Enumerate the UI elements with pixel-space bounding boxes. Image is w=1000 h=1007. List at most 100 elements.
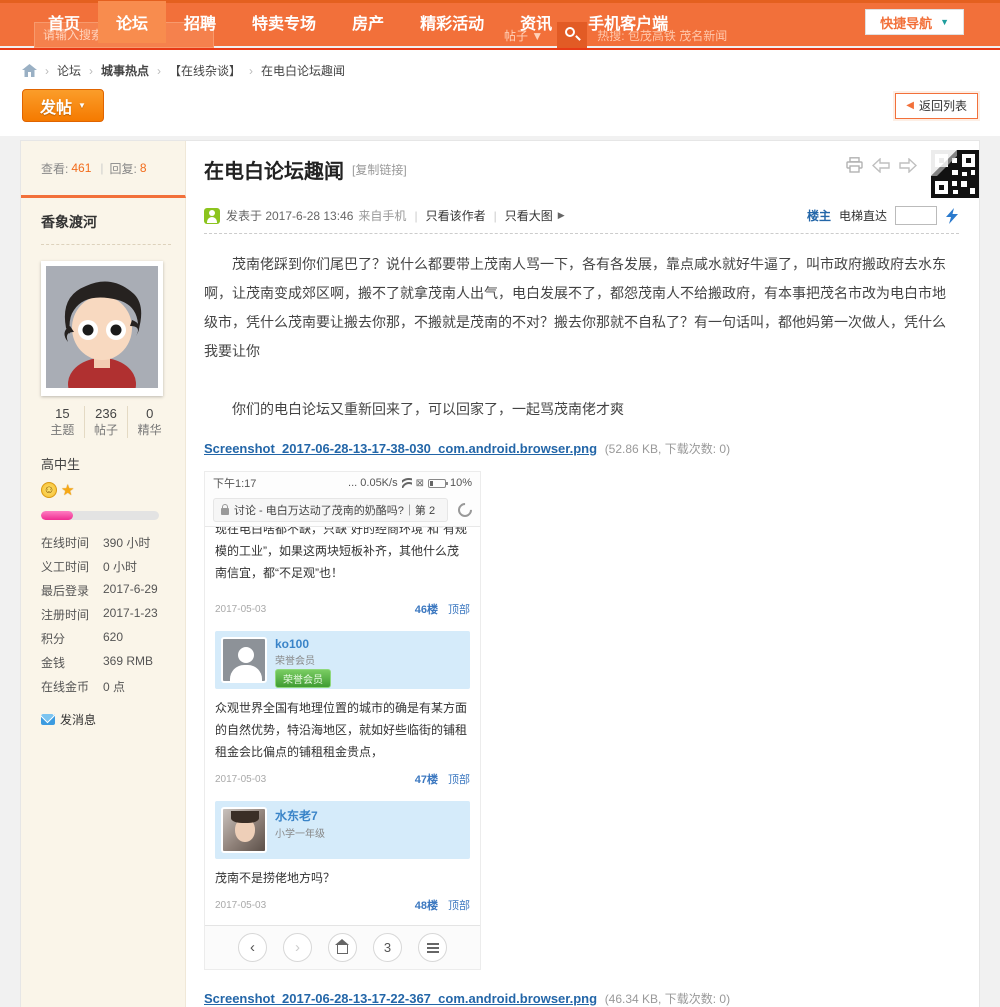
- mobile-post-text: 茂南不是捞佬地方吗？: [215, 867, 470, 889]
- mobile-page-content: 现在电白啥都不缺，只缺“好的经商环境”和“有规模的工业”，如果这两块短板补齐，其…: [205, 526, 480, 925]
- attachment-info: (52.86 KB, 下载次数: 0): [605, 442, 730, 456]
- send-message-link[interactable]: 发消息: [41, 711, 171, 728]
- elevator-floor-input[interactable]: [895, 206, 937, 225]
- qr-code[interactable]: [931, 150, 979, 198]
- tabs-count: 3: [373, 933, 402, 962]
- field-register-date: 注册时间2017-1-23: [41, 606, 171, 623]
- quick-nav-button[interactable]: 快捷导航▼: [865, 9, 964, 35]
- chevron-left-icon: ◀: [906, 100, 914, 111]
- posted-from: 来自手机: [358, 207, 406, 224]
- forward-icon: ›: [283, 933, 312, 962]
- nav-sales[interactable]: 特卖专场: [234, 1, 334, 43]
- battery-icon: [428, 479, 446, 488]
- only-author-link[interactable]: 只看该作者: [426, 207, 486, 224]
- attachment-1: Screenshot_2017-06-28-13-17-38-030_com.a…: [204, 440, 959, 457]
- breadcrumb-section[interactable]: 城事热点: [101, 62, 149, 79]
- field-online-time: 在线时间390 小时: [41, 534, 171, 551]
- mobile-status-bar: 下午1:17 ... 0.05K/s ⊠ 10%: [205, 472, 480, 494]
- breadcrumb-thread[interactable]: 在电白论坛趣闻: [261, 62, 345, 79]
- print-icon[interactable]: [846, 157, 863, 173]
- field-money: 金钱369 RMB: [41, 654, 171, 671]
- author-username[interactable]: 香象渡河: [41, 212, 171, 245]
- nav-home[interactable]: 首页: [30, 1, 98, 43]
- embedded-screenshot[interactable]: 下午1:17 ... 0.05K/s ⊠ 10% 讨论 - 电白万达动了茂南的奶…: [204, 471, 481, 970]
- mobile-post-date: 2017-05-03: [215, 604, 266, 615]
- mobile-username: ko100: [275, 637, 331, 651]
- breadcrumb-forum[interactable]: 论坛: [57, 62, 81, 79]
- honor-badge: 荣誉会员: [275, 669, 331, 688]
- chevron-down-icon: ▼: [940, 17, 949, 27]
- breadcrumb-board[interactable]: 【在线杂谈】: [169, 62, 241, 79]
- mobile-post-date: 2017-05-03: [215, 774, 266, 785]
- home-icon: [328, 933, 357, 962]
- nav-forum[interactable]: 论坛: [98, 1, 166, 43]
- attachment-link[interactable]: Screenshot_2017-06-28-13-17-38-030_com.a…: [204, 441, 597, 456]
- top-link: 顶部: [448, 900, 470, 912]
- attachment-link[interactable]: Screenshot_2017-06-28-13-17-22-367_com.a…: [204, 991, 597, 1006]
- posted-time: 发表于 2017-6-28 13:46: [226, 207, 353, 224]
- post-meta-row: 发表于 2017-6-28 13:46 来自手机 | 只看该作者 | 只看大图 …: [204, 198, 959, 234]
- reply-count: 8: [140, 161, 147, 175]
- field-online-coins: 在线金币0 点: [41, 678, 171, 695]
- chevron-right-icon: ▶: [558, 210, 565, 221]
- prev-thread-icon[interactable]: [872, 158, 890, 173]
- only-images-link[interactable]: 只看大图: [505, 207, 553, 224]
- mobile-username: 水东老7: [275, 807, 325, 824]
- avatar: [221, 637, 267, 683]
- mobile-url-bar: 讨论 - 电白万达动了茂南的奶酪吗?｜第 2: [205, 494, 480, 526]
- nav-realestate[interactable]: 房产: [334, 1, 402, 43]
- next-thread-icon[interactable]: [899, 158, 917, 173]
- envelope-icon: [41, 714, 55, 725]
- mobile-reply-header: ko100 荣誉会员 荣誉会员: [215, 631, 470, 689]
- copy-link[interactable]: [复制链接]: [352, 161, 407, 178]
- floor-link: 48楼: [415, 900, 438, 912]
- mobile-post-date: 2017-05-03: [215, 900, 266, 911]
- nav-jobs[interactable]: 招聘: [166, 1, 234, 43]
- nav-news[interactable]: 资讯: [502, 1, 570, 43]
- post-body: 茂南佬踩到你们尾巴了？说什么都要带上茂南人骂一下，各有各发展，靠点咸水就好牛逼了…: [204, 250, 959, 424]
- author-stats: 15主题 236帖子 0精华: [41, 406, 171, 438]
- smiley-medal-icon: ☺: [41, 482, 57, 498]
- field-last-login: 最后登录2017-6-29: [41, 582, 171, 599]
- thread-header: 查看:461 | 回复:8 在电白论坛趣闻 [复制链接]: [21, 141, 979, 198]
- mobile-net-speed: ... 0.05K/s: [348, 477, 398, 489]
- back-to-list-button[interactable]: ◀返回列表: [895, 93, 978, 119]
- stat-threads[interactable]: 15主题: [41, 406, 85, 438]
- post-paragraph: 茂南佬踩到你们尾巴了？说什么都要带上茂南人骂一下，各有各发展，靠点咸水就好牛逼了…: [204, 250, 959, 366]
- field-volunteer-time: 义工时间0 小时: [41, 558, 171, 575]
- sub-header: › 论坛 › 城事热点 › 【在线杂谈】 › 在电白论坛趣闻 发帖▼ ◀返回列表: [0, 50, 1000, 136]
- top-link: 顶部: [448, 774, 470, 786]
- mobile-user-rank: 小学一年级: [275, 825, 325, 840]
- author-rank: 高中生: [41, 454, 171, 473]
- floor-link: 47楼: [415, 774, 438, 786]
- thread-counters: 查看:461 | 回复:8: [21, 141, 186, 198]
- mobile-time: 下午1:17: [213, 475, 256, 491]
- avatar: [221, 807, 267, 853]
- mobile-user-rank: 荣誉会员: [275, 652, 331, 667]
- mobile-post-text: 现在电白啥都不缺，只缺“好的经商环境”和“有规模的工业”，如果这两块短板补齐，其…: [215, 527, 470, 584]
- action-row: 发帖▼ ◀返回列表: [0, 79, 1000, 130]
- stat-posts[interactable]: 236帖子: [85, 406, 129, 438]
- top-navbar: 帖子 ▼ 热搜: 包茂高铁 茂名新闻 首页 论坛 招聘 特卖专场 房产 精彩活动…: [0, 0, 1000, 46]
- lock-icon: [221, 508, 229, 515]
- field-credits: 积分620: [41, 630, 171, 647]
- refresh-icon: [455, 500, 475, 520]
- home-icon[interactable]: [22, 64, 37, 77]
- breadcrumb: › 论坛 › 城事热点 › 【在线杂谈】 › 在电白论坛趣闻: [0, 50, 1000, 79]
- chevron-down-icon: ▼: [78, 101, 86, 110]
- mobile-reply-header: 水东老7 小学一年级: [215, 801, 470, 859]
- main-nav: 首页 论坛 招聘 特卖专场 房产 精彩活动 资讯 手机客户端: [0, 3, 686, 41]
- top-link: 顶部: [448, 604, 470, 616]
- new-post-button[interactable]: 发帖▼: [22, 89, 104, 122]
- jump-bolt-icon[interactable]: [945, 208, 959, 224]
- battery-percent: 10%: [450, 477, 472, 489]
- nav-activities[interactable]: 精彩活动: [402, 1, 502, 43]
- wifi-icon: [402, 478, 412, 488]
- avatar[interactable]: [41, 261, 163, 396]
- view-count: 461: [71, 161, 91, 175]
- mobile-page-title: 讨论 - 电白万达动了茂南的奶酪吗?｜第 2: [234, 502, 435, 518]
- stat-digest[interactable]: 0精华: [128, 406, 171, 438]
- nav-mobile-client[interactable]: 手机客户端: [570, 1, 686, 43]
- author-medals: ☺ ★: [41, 481, 171, 499]
- attachment-2: Screenshot_2017-06-28-13-17-22-367_com.a…: [204, 990, 959, 1007]
